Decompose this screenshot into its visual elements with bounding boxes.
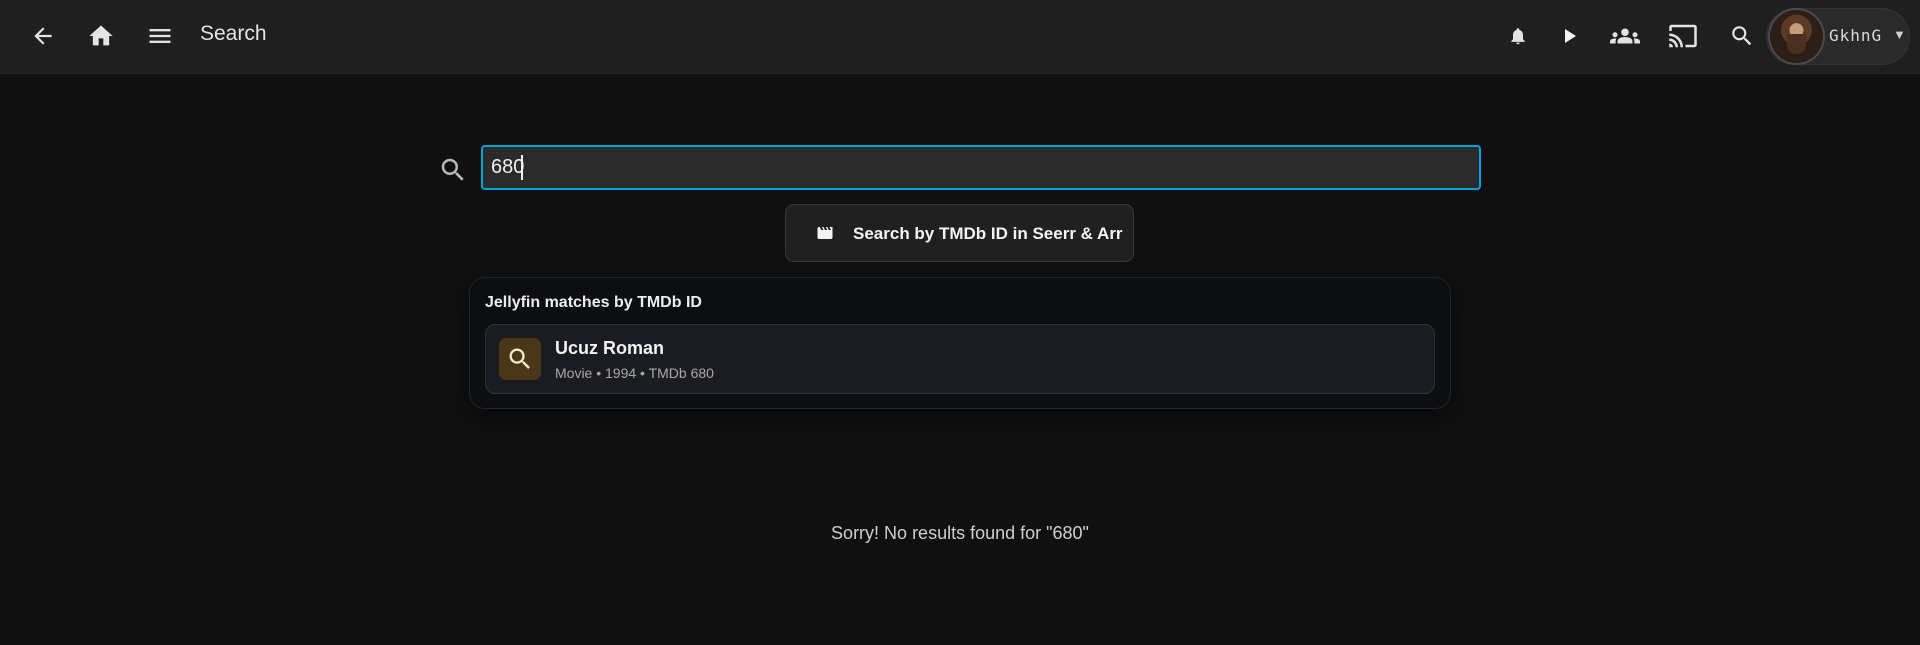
- home-icon: [89, 25, 113, 46]
- clapperboard-icon: [817, 227, 833, 239]
- search-icon: [509, 348, 530, 369]
- play-button[interactable]: [1546, 12, 1594, 60]
- search-icon: [1732, 26, 1752, 46]
- top-bar: Search GkhnG ▼: [0, 0, 1920, 74]
- username: GkhnG: [1829, 26, 1883, 45]
- menu-button[interactable]: [136, 12, 184, 60]
- tmdb-search-label: Search by TMDb ID in Seerr & Arr: [853, 224, 1123, 243]
- header-search-button[interactable]: [1718, 12, 1766, 60]
- list-item[interactable]: Ucuz Roman Movie • 1994 • TMDb 680: [485, 324, 1435, 394]
- chevron-down-icon: ▼: [1893, 27, 1906, 42]
- home-button[interactable]: [77, 12, 125, 60]
- bell-icon: [1511, 28, 1525, 45]
- avatar: [1770, 10, 1823, 63]
- group-icon: [1610, 28, 1640, 44]
- user-menu-button[interactable]: GkhnG ▼: [1767, 9, 1909, 64]
- syncplay-button[interactable]: [1601, 12, 1649, 60]
- search-input[interactable]: [481, 145, 1481, 190]
- no-results-message: Sorry! No results found for "680": [831, 523, 1089, 543]
- play-icon: [1565, 29, 1576, 43]
- back-button[interactable]: [19, 12, 67, 60]
- page-title: Search: [200, 22, 267, 45]
- cast-icon: [1669, 24, 1697, 48]
- match-meta: Movie • 1994 • TMDb 680: [555, 365, 714, 381]
- match-title: Ucuz Roman: [555, 338, 665, 358]
- tmdb-search-button[interactable]: Search by TMDb ID in Seerr & Arr: [785, 204, 1134, 262]
- result-thumbnail: [499, 338, 541, 380]
- notifications-button[interactable]: [1494, 12, 1542, 60]
- text-caret: [521, 155, 523, 180]
- cast-button[interactable]: [1659, 12, 1707, 60]
- jellyfin-matches-panel: Jellyfin matches by TMDb ID Ucuz Roman M…: [469, 277, 1451, 409]
- search-icon: [441, 158, 464, 181]
- matches-heading: Jellyfin matches by TMDb ID: [485, 294, 702, 311]
- back-arrow-icon: [34, 27, 52, 45]
- menu-icon: [149, 29, 171, 43]
